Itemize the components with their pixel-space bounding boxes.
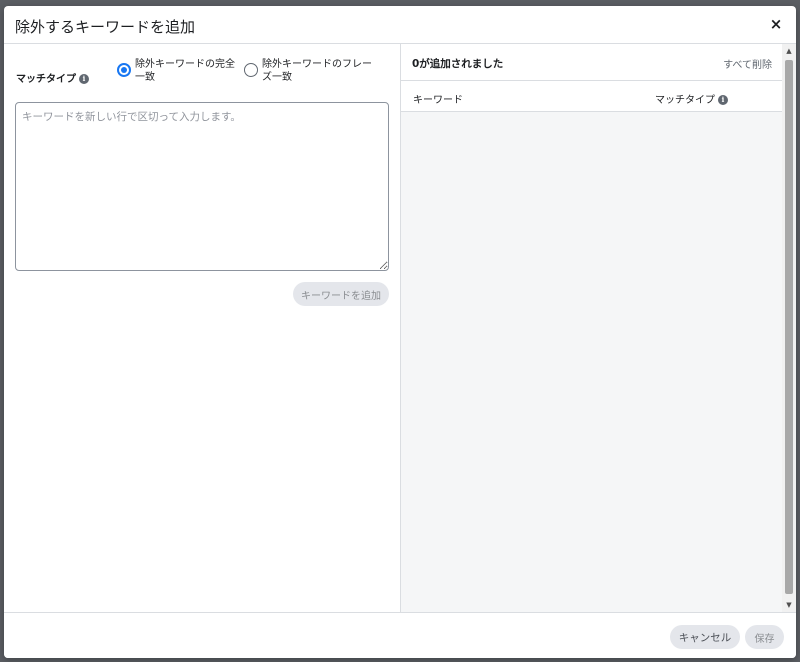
dialog-footer: キャンセル 保存 [4,612,796,658]
radio-phrase-match[interactable]: 除外キーワードのフレーズ一致 [244,58,374,84]
add-keyword-button[interactable]: キーワードを追加 [293,282,389,306]
keywords-textarea[interactable] [15,102,389,271]
scroll-up-arrow-icon[interactable]: ▲ [782,44,796,58]
radio-exact-match[interactable]: 除外キーワードの完全一致 [117,58,237,84]
info-icon[interactable]: i [79,74,89,84]
info-icon[interactable]: i [718,95,728,105]
save-button[interactable]: 保存 [745,625,784,649]
cancel-button[interactable]: キャンセル [670,625,740,649]
close-icon[interactable]: × [768,16,784,32]
radio-phrase-match-indicator[interactable] [244,63,258,77]
keyword-entry-pane: マッチタイプ i 除外キーワードの完全一致 除外キーワードのフレーズ一致 キーワー… [4,44,400,612]
vertical-scrollbar[interactable]: ▲ ▼ [782,44,796,612]
match-type-label-text: マッチタイプ [16,74,76,85]
dialog-title: 除外するキーワードを追加 [15,18,196,36]
added-keywords-table-header: キーワード マッチタイプ i [401,81,782,112]
added-count-text: 0が追加されました [412,58,504,70]
add-negative-keywords-dialog: 除外するキーワードを追加 × マッチタイプ i 除外キーワードの完全一致 除外キー… [4,6,796,658]
added-keywords-header: 0が追加されました すべて削除 [401,44,782,81]
radio-exact-match-label: 除外キーワードの完全一致 [135,59,235,83]
column-header-match-type-label: マッチタイプ [655,95,715,106]
scroll-down-arrow-icon[interactable]: ▼ [782,598,796,612]
scrollbar-thumb[interactable] [785,60,793,594]
added-keywords-pane: 0が追加されました すべて削除 キーワード マッチタイプ i ▲ ▼ [401,44,796,612]
column-header-keyword: キーワード [413,95,463,106]
delete-all-link[interactable]: すべて削除 [723,56,772,71]
column-header-match-type: マッチタイプ i [655,91,728,106]
radio-exact-match-indicator[interactable] [117,63,131,77]
radio-phrase-match-label: 除外キーワードのフレーズ一致 [262,59,372,83]
dialog-header: 除外するキーワードを追加 × [4,6,796,44]
match-type-label: マッチタイプ i [16,70,89,85]
